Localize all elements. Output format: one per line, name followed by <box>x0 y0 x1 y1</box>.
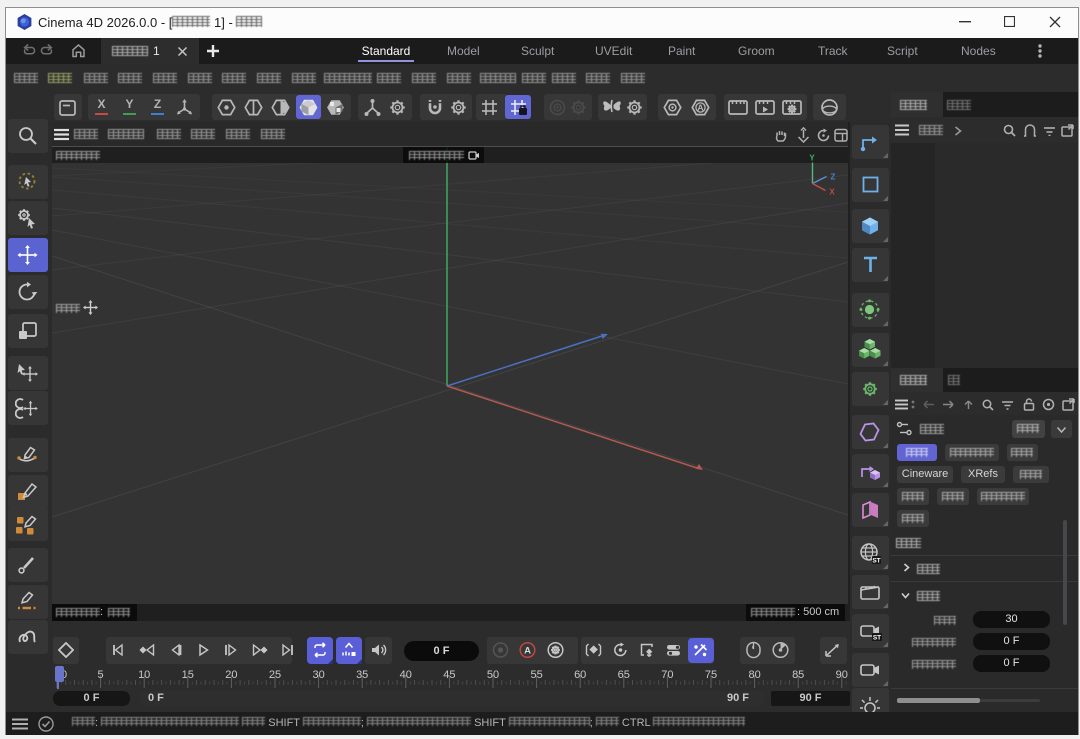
svg-text:20: 20 <box>225 669 237 681</box>
svg-text:X: X <box>829 188 835 196</box>
svg-text:Z: Z <box>831 173 836 182</box>
svg-text:65: 65 <box>618 669 630 681</box>
svg-text:ST: ST <box>873 635 881 642</box>
svg-text:25: 25 <box>269 669 281 681</box>
svg-text:10: 10 <box>138 669 150 681</box>
svg-text:80: 80 <box>748 669 760 681</box>
svg-text:60: 60 <box>574 669 586 681</box>
svg-text:5: 5 <box>98 669 104 681</box>
svg-text:90: 90 <box>836 669 848 681</box>
svg-text:15: 15 <box>182 669 194 681</box>
svg-text:85: 85 <box>792 669 804 681</box>
svg-text:55: 55 <box>530 669 542 681</box>
svg-text:75: 75 <box>705 669 717 681</box>
svg-text:35: 35 <box>356 669 368 681</box>
svg-text:45: 45 <box>443 669 455 681</box>
svg-text:Y: Y <box>809 154 815 163</box>
svg-text:40: 40 <box>400 669 412 681</box>
svg-text:70: 70 <box>661 669 673 681</box>
svg-text:ST: ST <box>872 558 880 565</box>
svg-text:A: A <box>524 645 531 656</box>
svg-text:A: A <box>697 103 703 113</box>
svg-text:50: 50 <box>487 669 499 681</box>
svg-text:30: 30 <box>312 669 324 681</box>
